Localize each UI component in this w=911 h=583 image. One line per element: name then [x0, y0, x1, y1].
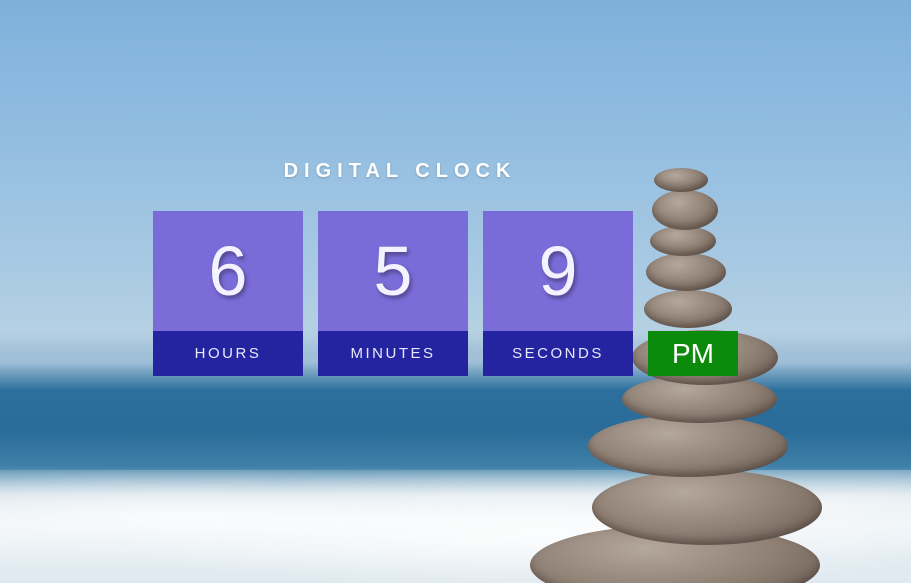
am-pm-badge: PM [648, 331, 738, 376]
minutes-label: MINUTES [318, 331, 468, 376]
background-scene: DIGITAL CLOCK 6 HOURS 5 MINUTES 9 SECOND… [0, 0, 911, 583]
hours-value: 6 [153, 211, 303, 331]
minutes-block: 5 MINUTES [318, 211, 468, 376]
hours-block: 6 HOURS [153, 211, 303, 376]
seconds-value: 9 [483, 211, 633, 331]
seconds-block: 9 SECONDS [483, 211, 633, 376]
clock-title: DIGITAL CLOCK [283, 160, 517, 182]
seconds-label: SECONDS [483, 331, 633, 376]
hours-label: HOURS [153, 331, 303, 376]
minutes-value: 5 [318, 211, 468, 331]
